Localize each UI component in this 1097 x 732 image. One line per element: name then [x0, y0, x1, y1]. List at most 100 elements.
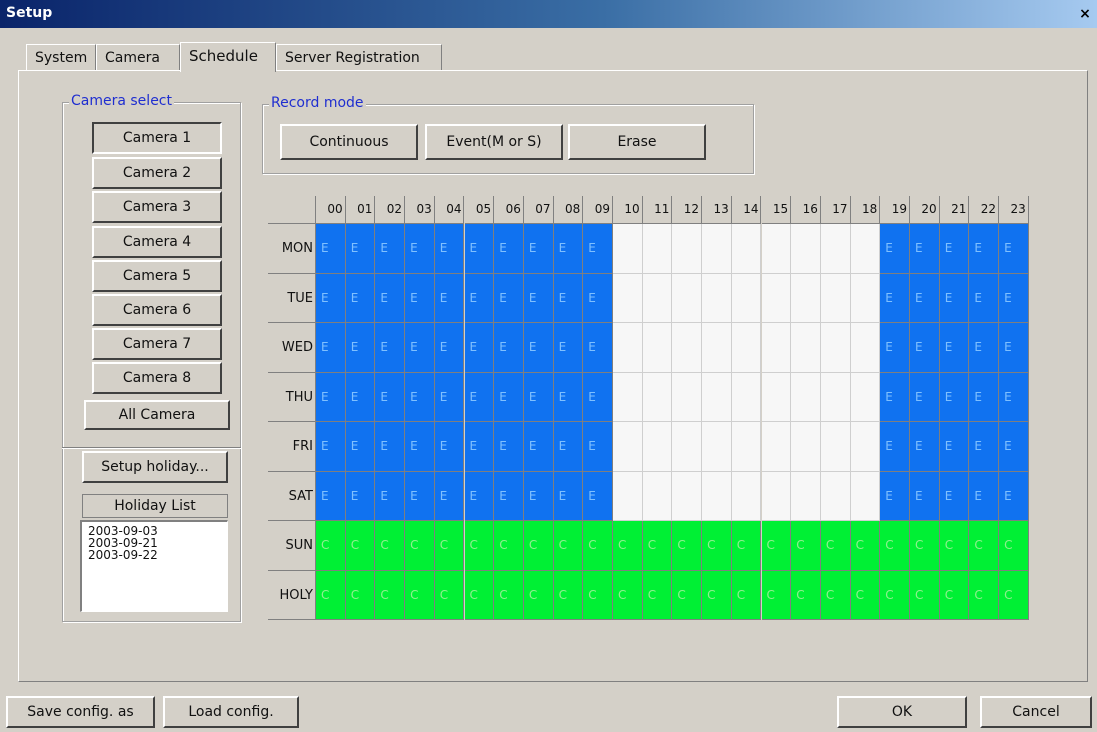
- schedule-cell[interactable]: E: [523, 471, 554, 521]
- schedule-cell[interactable]: E: [969, 323, 1000, 373]
- schedule-cell[interactable]: [761, 224, 792, 274]
- schedule-cell[interactable]: E: [910, 372, 940, 422]
- schedule-cell[interactable]: E: [553, 273, 584, 323]
- schedule-cell[interactable]: E: [880, 273, 910, 323]
- schedule-cell[interactable]: E: [434, 372, 465, 422]
- schedule-cell[interactable]: C: [434, 570, 465, 620]
- schedule-cell[interactable]: [791, 422, 821, 472]
- schedule-cell[interactable]: C: [345, 521, 376, 571]
- schedule-cell[interactable]: E: [969, 273, 1000, 323]
- erase-button[interactable]: Erase: [568, 124, 706, 160]
- schedule-cell[interactable]: E: [880, 323, 910, 373]
- hour-header[interactable]: 00: [316, 196, 346, 224]
- schedule-cell[interactable]: E: [464, 372, 495, 422]
- schedule-cell[interactable]: [761, 471, 792, 521]
- hour-header[interactable]: 18: [850, 196, 881, 224]
- schedule-cell[interactable]: E: [494, 372, 524, 422]
- schedule-cell[interactable]: C: [880, 570, 910, 620]
- cancel-button[interactable]: Cancel: [980, 696, 1092, 728]
- schedule-cell[interactable]: E: [523, 422, 554, 472]
- schedule-cell[interactable]: E: [910, 422, 940, 472]
- schedule-cell[interactable]: [791, 273, 821, 323]
- schedule-cell[interactable]: [731, 224, 762, 274]
- schedule-cell[interactable]: [702, 224, 732, 274]
- schedule-cell[interactable]: [613, 224, 643, 274]
- schedule-cell[interactable]: C: [583, 521, 613, 571]
- schedule-cell[interactable]: [820, 471, 851, 521]
- schedule-cell[interactable]: E: [880, 422, 910, 472]
- schedule-cell[interactable]: E: [910, 224, 940, 274]
- hour-header[interactable]: 09: [583, 196, 613, 224]
- schedule-cell[interactable]: [672, 224, 703, 274]
- holiday-item[interactable]: 2003-09-22: [88, 549, 227, 561]
- schedule-cell[interactable]: E: [999, 323, 1029, 373]
- schedule-cell[interactable]: [672, 273, 703, 323]
- schedule-cell[interactable]: C: [642, 570, 673, 620]
- schedule-cell[interactable]: [672, 422, 703, 472]
- schedule-cell[interactable]: C: [880, 521, 910, 571]
- schedule-cell[interactable]: E: [583, 323, 613, 373]
- schedule-cell[interactable]: E: [939, 372, 970, 422]
- schedule-cell[interactable]: [731, 273, 762, 323]
- schedule-cell[interactable]: E: [999, 471, 1029, 521]
- schedule-cell[interactable]: E: [583, 372, 613, 422]
- schedule-cell[interactable]: [850, 471, 881, 521]
- schedule-cell[interactable]: [642, 273, 673, 323]
- camera-button-7[interactable]: Camera 7: [92, 328, 222, 360]
- schedule-cell[interactable]: E: [316, 471, 346, 521]
- schedule-cell[interactable]: C: [999, 570, 1029, 620]
- schedule-cell[interactable]: E: [464, 471, 495, 521]
- schedule-cell[interactable]: E: [345, 422, 376, 472]
- camera-button-6[interactable]: Camera 6: [92, 294, 222, 326]
- schedule-cell[interactable]: C: [405, 521, 435, 571]
- schedule-cell[interactable]: [613, 372, 643, 422]
- schedule-cell[interactable]: [731, 372, 762, 422]
- schedule-cell[interactable]: E: [880, 224, 910, 274]
- day-header[interactable]: TUE: [268, 273, 316, 323]
- schedule-cell[interactable]: [820, 224, 851, 274]
- hour-header[interactable]: 22: [969, 196, 1000, 224]
- hour-header[interactable]: 06: [494, 196, 524, 224]
- schedule-cell[interactable]: E: [553, 372, 584, 422]
- day-header[interactable]: THU: [268, 372, 316, 422]
- schedule-cell[interactable]: E: [375, 323, 406, 373]
- schedule-cell[interactable]: E: [939, 273, 970, 323]
- hour-header[interactable]: 02: [375, 196, 406, 224]
- schedule-cell[interactable]: E: [405, 323, 435, 373]
- hour-header[interactable]: 03: [405, 196, 435, 224]
- schedule-cell[interactable]: E: [405, 471, 435, 521]
- schedule-cell[interactable]: E: [880, 471, 910, 521]
- schedule-cell[interactable]: E: [464, 273, 495, 323]
- all-camera-button[interactable]: All Camera: [84, 400, 230, 430]
- schedule-cell[interactable]: [642, 224, 673, 274]
- schedule-cell[interactable]: C: [494, 570, 524, 620]
- schedule-cell[interactable]: [850, 224, 881, 274]
- schedule-cell[interactable]: C: [702, 570, 732, 620]
- schedule-cell[interactable]: E: [375, 372, 406, 422]
- schedule-cell[interactable]: E: [345, 273, 376, 323]
- schedule-cell[interactable]: [761, 323, 792, 373]
- schedule-cell[interactable]: E: [523, 323, 554, 373]
- schedule-cell[interactable]: E: [405, 273, 435, 323]
- schedule-cell[interactable]: [761, 372, 792, 422]
- day-header[interactable]: FRI: [268, 422, 316, 472]
- hour-header[interactable]: 16: [791, 196, 821, 224]
- schedule-cell[interactable]: C: [642, 521, 673, 571]
- schedule-cell[interactable]: C: [761, 570, 792, 620]
- camera-button-2[interactable]: Camera 2: [92, 157, 222, 189]
- setup-holiday-button[interactable]: Setup holiday...: [82, 451, 228, 483]
- tab-schedule[interactable]: Schedule: [180, 42, 276, 72]
- schedule-cell[interactable]: [820, 273, 851, 323]
- schedule-cell[interactable]: E: [405, 224, 435, 274]
- schedule-cell[interactable]: E: [939, 422, 970, 472]
- schedule-cell[interactable]: E: [494, 323, 524, 373]
- schedule-cell[interactable]: [820, 372, 851, 422]
- save-config-button[interactable]: Save config. as: [6, 696, 155, 728]
- schedule-cell[interactable]: C: [939, 521, 970, 571]
- hour-header[interactable]: 08: [553, 196, 584, 224]
- schedule-cell[interactable]: C: [910, 521, 940, 571]
- hour-header[interactable]: 04: [434, 196, 465, 224]
- schedule-cell[interactable]: E: [316, 273, 346, 323]
- schedule-cell[interactable]: [702, 422, 732, 472]
- hour-header[interactable]: 07: [523, 196, 554, 224]
